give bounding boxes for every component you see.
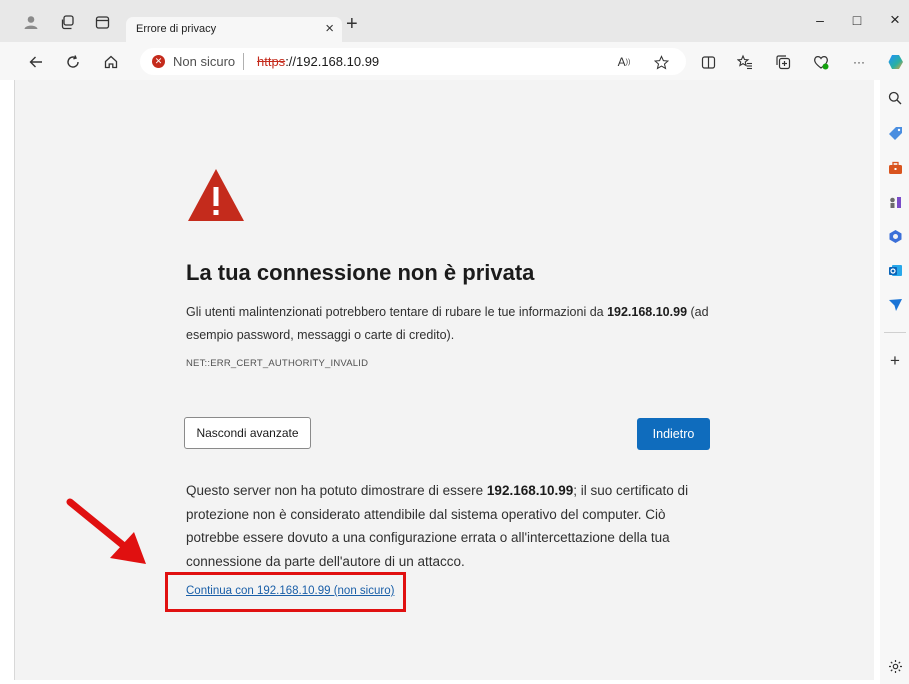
- workspaces-icon[interactable]: [58, 13, 76, 31]
- outlook-icon[interactable]: [887, 262, 903, 278]
- maximize-button[interactable]: □: [845, 9, 869, 31]
- tab-title: Errore di privacy: [136, 23, 217, 35]
- warning-description: Gli utenti malintenzionati potrebbero te…: [186, 305, 709, 342]
- url-text[interactable]: https://192.168.10.99: [257, 54, 379, 69]
- copilot-icon[interactable]: [886, 52, 906, 72]
- drop-send-icon[interactable]: [887, 297, 903, 313]
- warning-triangle-icon: [187, 168, 245, 227]
- tab-actions-icon[interactable]: [93, 13, 111, 31]
- url-scheme: https: [257, 54, 286, 69]
- host-name-bold: 192.168.10.99: [486, 483, 574, 498]
- minimize-button[interactable]: –: [808, 9, 832, 31]
- security-label[interactable]: Non sicuro: [173, 54, 235, 69]
- title-bar: Errore di privacy × + – □ ×: [0, 0, 909, 42]
- proceed-unsafe-link[interactable]: Continua con 192.168.10.99 (non sicuro): [186, 585, 394, 597]
- back-button[interactable]: Indietro: [637, 418, 710, 450]
- home-icon[interactable]: [101, 52, 121, 72]
- search-icon[interactable]: [887, 90, 903, 106]
- address-separator: [243, 53, 244, 70]
- add-sidebar-app-icon[interactable]: +: [887, 351, 903, 370]
- annotation-arrow-icon: [62, 494, 152, 573]
- collections-icon[interactable]: [773, 52, 793, 72]
- url-host: ://192.168.10.99: [285, 54, 380, 69]
- sidebar-divider: [884, 332, 906, 333]
- host-name: 192.168.10.99: [607, 305, 688, 319]
- error-page: [14, 80, 874, 680]
- shopping-tag-icon[interactable]: [887, 125, 903, 141]
- new-tab-button[interactable]: +: [346, 14, 358, 34]
- read-aloud-icon[interactable]: A)): [614, 52, 634, 72]
- edge-sidebar: +: [880, 80, 909, 684]
- advanced-details-text: Questo server non ha potuto dimostrare d…: [186, 483, 689, 569]
- sidebar-settings-gear-icon[interactable]: [887, 658, 903, 674]
- profile-icon[interactable]: [22, 13, 40, 31]
- tab-close-button[interactable]: ×: [325, 20, 334, 38]
- address-bar[interactable]: ✕ Non sicuro https://192.168.10.99 A)): [140, 48, 686, 75]
- microsoft-365-icon[interactable]: [887, 228, 903, 244]
- browser-toolbar: ✕ Non sicuro https://192.168.10.99 A)) ·…: [0, 42, 909, 80]
- games-chess-icon[interactable]: [887, 194, 903, 210]
- error-code: NET::ERR_CERT_AUTHORITY_INVALID: [186, 358, 369, 369]
- favorite-star-icon[interactable]: [651, 52, 671, 72]
- favorites-icon[interactable]: [735, 52, 755, 72]
- page-title: La tua connessione non è privata: [186, 260, 535, 285]
- back-arrow-icon[interactable]: [26, 52, 46, 72]
- refresh-icon[interactable]: [63, 52, 83, 72]
- close-window-button[interactable]: ×: [883, 9, 907, 31]
- tools-briefcase-icon[interactable]: [887, 160, 903, 176]
- hide-advanced-button[interactable]: Nascondi avanzate: [184, 417, 311, 449]
- not-secure-icon[interactable]: ✕: [152, 55, 165, 68]
- active-tab[interactable]: Errore di privacy ×: [126, 17, 342, 42]
- split-screen-icon[interactable]: [698, 52, 718, 72]
- browser-essentials-icon[interactable]: [811, 52, 831, 72]
- more-menu-icon[interactable]: ···: [849, 52, 869, 72]
